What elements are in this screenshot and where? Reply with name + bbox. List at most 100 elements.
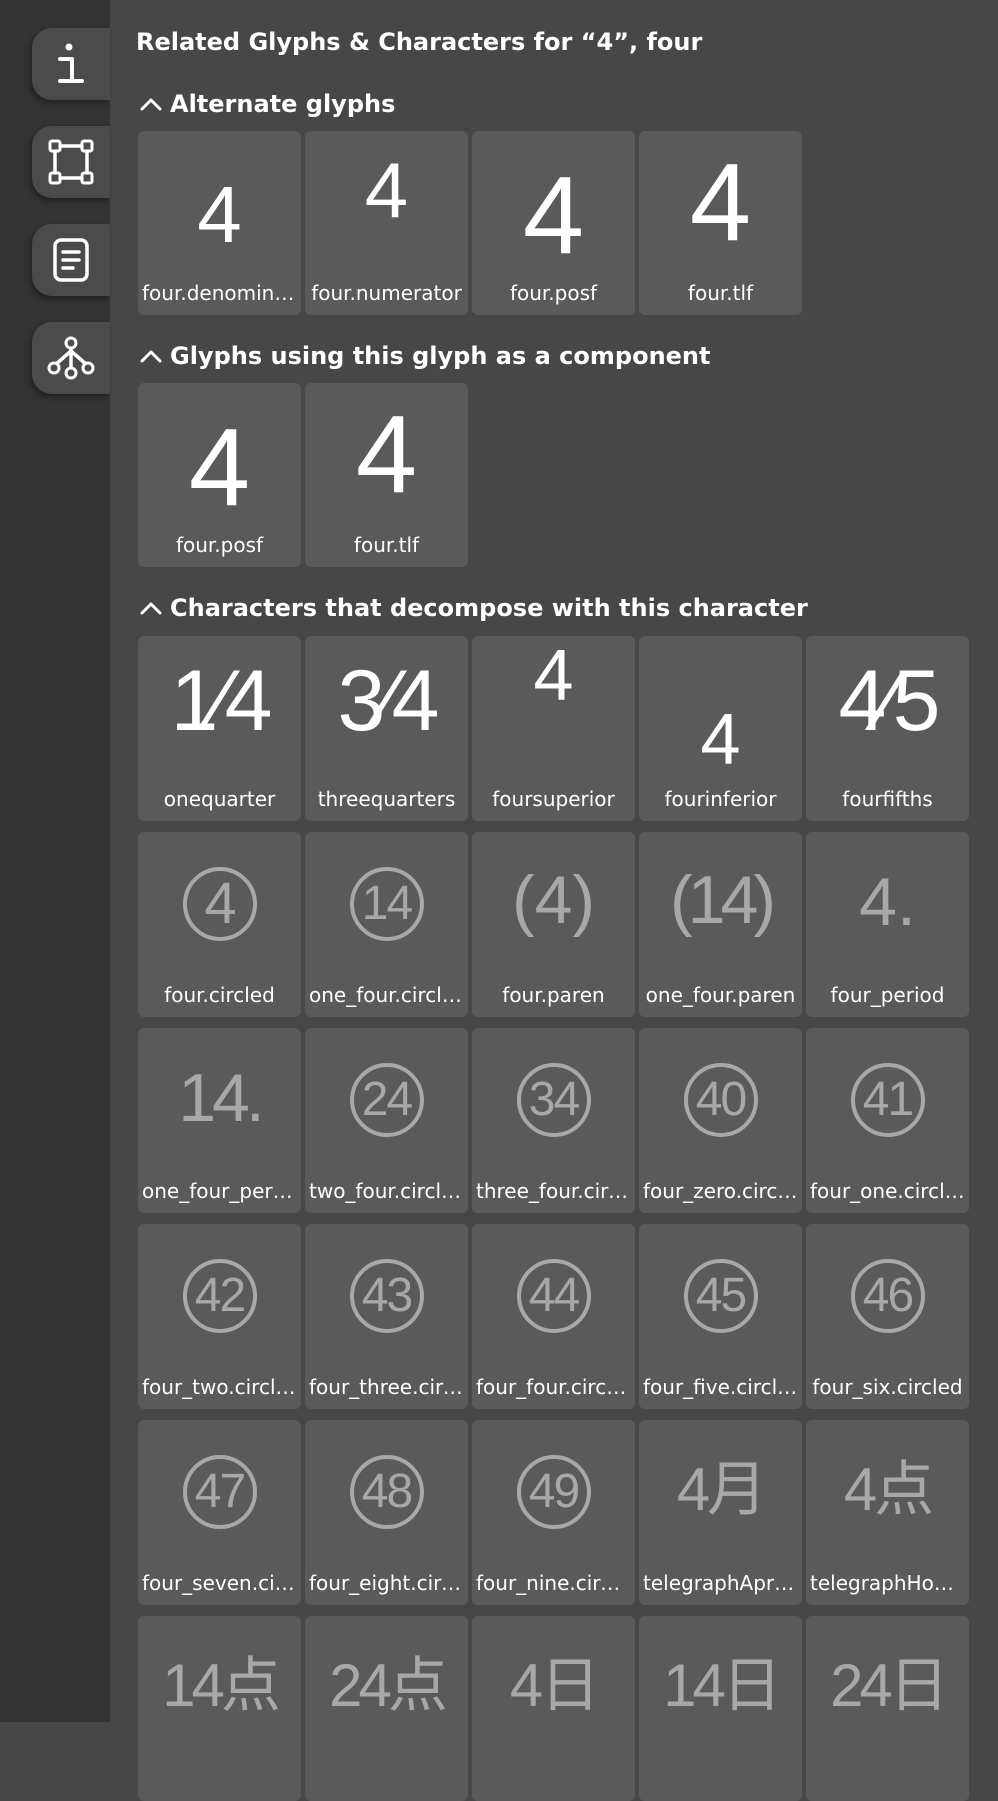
glyph-name: four_period [830, 983, 945, 1007]
glyph-preview: 4 [689, 141, 752, 264]
glyph-name: four_zero.circl... [643, 1179, 798, 1203]
component-tree-icon [47, 336, 95, 380]
document-tab[interactable] [32, 224, 110, 296]
glyph-card[interactable]: 43 four_three.circ... [305, 1224, 468, 1409]
glyph-card[interactable]: 24 two_four.circled [305, 1028, 468, 1213]
section-title: Characters that decompose with this char… [170, 594, 808, 622]
glyph-card[interactable]: 4 four.posf [138, 383, 301, 567]
glyph-card[interactable]: 49 four_nine.circl... [472, 1420, 635, 1605]
glyph-name: four.posf [509, 281, 598, 305]
glyph-name: four_nine.circl... [476, 1571, 631, 1595]
glyph-preview: 4 [138, 867, 301, 941]
glyph-card[interactable]: 4 four.tlf [305, 383, 468, 567]
section-title: Glyphs using this glyph as a component [170, 342, 711, 370]
glyph-card[interactable]: 4 four.posf [472, 131, 635, 315]
bounding-box-tab[interactable] [32, 126, 110, 198]
glyph-card[interactable]: 4 four.circled [138, 832, 301, 1017]
glyph-card[interactable]: 4 four.denomina... [138, 131, 301, 315]
glyph-card[interactable]: 4月 telegraphApril... [639, 1420, 802, 1605]
glyph-card[interactable]: 34 three_four.circ... [472, 1028, 635, 1213]
glyph-card[interactable]: 40 four_zero.circl... [639, 1028, 802, 1213]
glyph-card[interactable]: 4点 telegraphHour... [806, 1420, 969, 1605]
glyph-name: four_five.circled [643, 1375, 798, 1399]
panel-title: Related Glyphs & Characters for “4”, fou… [136, 28, 703, 56]
bounding-box-icon [48, 139, 94, 185]
glyph-preview: 48 [305, 1455, 468, 1529]
glyph-preview: 4 [522, 154, 585, 277]
glyph-card[interactable]: 4日 [472, 1616, 635, 1801]
info-tab[interactable] [32, 28, 110, 100]
glyph-name: four_one.circled [810, 1179, 965, 1203]
glyph-preview: 4 [188, 406, 251, 529]
glyph-card[interactable]: 45 four_five.circled [639, 1224, 802, 1409]
component-tree-tab[interactable] [32, 322, 110, 394]
glyph-card[interactable]: 4 foursuperior [472, 636, 635, 821]
glyph-card[interactable]: 14日 [639, 1616, 802, 1801]
glyph-card[interactable]: 41 four_one.circled [806, 1028, 969, 1213]
glyph-card[interactable]: 4 four.tlf [639, 131, 802, 315]
glyph-card[interactable]: 42 four_two.circled [138, 1224, 301, 1409]
glyph-name: four_two.circled [142, 1375, 297, 1399]
glyph-card[interactable]: 48 four_eight.circl... [305, 1420, 468, 1605]
glyph-preview: 45 [639, 1259, 802, 1333]
glyph-preview: 49 [472, 1455, 635, 1529]
glyph-card[interactable]: 4⁄5 fourfifths [806, 636, 969, 821]
glyph-card[interactable]: 4 four.numerator [305, 131, 468, 315]
glyph-preview: 44 [472, 1259, 635, 1333]
document-icon [53, 238, 89, 282]
glyph-name: two_four.circled [309, 1179, 464, 1203]
glyph-name: three_four.circ... [476, 1179, 631, 1203]
glyph-card[interactable]: 4. four_period [806, 832, 969, 1017]
glyph-preview: 14点 [162, 1652, 281, 1719]
alternate-glyphs-header[interactable]: Alternate glyphs [140, 90, 395, 118]
glyph-card[interactable]: 24日 [806, 1616, 969, 1801]
glyph-card[interactable]: 14点 [138, 1616, 301, 1801]
glyph-card[interactable]: (14) one_four.paren [639, 832, 802, 1017]
glyph-preview: 4. [859, 864, 916, 940]
glyph-preview: (4) [511, 862, 596, 938]
glyph-preview: 1⁄4 [170, 653, 272, 749]
glyph-name: foursuperior [492, 787, 615, 811]
glyph-card[interactable]: 14. one_four_period [138, 1028, 301, 1213]
glyph-card[interactable]: 1⁄4 onequarter [138, 636, 301, 821]
glyph-preview: 14. [178, 1060, 265, 1136]
glyph-preview: 41 [806, 1063, 969, 1137]
glyph-preview: (14) [670, 862, 776, 938]
glyph-preview: 4 [700, 700, 741, 780]
chevron-up-icon [140, 602, 162, 615]
glyph-card[interactable]: (4) four.paren [472, 832, 635, 1017]
decompose-characters-header[interactable]: Characters that decompose with this char… [140, 594, 808, 622]
glyph-preview: 24点 [329, 1652, 448, 1719]
glyph-preview: 4 [355, 393, 418, 516]
chevron-up-icon [140, 350, 162, 363]
glyph-name: four_seven.circ... [142, 1571, 297, 1595]
glyph-name: four_eight.circl... [309, 1571, 464, 1595]
glyph-preview: 14 [305, 867, 468, 941]
info-icon [58, 43, 84, 83]
glyph-card[interactable]: 47 four_seven.circ... [138, 1420, 301, 1605]
glyph-card[interactable]: 3⁄4 threequarters [305, 636, 468, 821]
glyph-preview: 46 [806, 1259, 969, 1333]
glyph-card[interactable]: 4 fourinferior [639, 636, 802, 821]
glyph-preview: 47 [138, 1455, 301, 1529]
glyph-name: telegraphHour... [810, 1571, 965, 1595]
glyph-name: one_four_period [142, 1179, 297, 1203]
glyph-card[interactable]: 14 one_four.circled [305, 832, 468, 1017]
glyph-card[interactable]: 44 four_four.circled [472, 1224, 635, 1409]
glyph-name: four_three.circ... [309, 1375, 464, 1399]
glyph-card[interactable]: 24点 [305, 1616, 468, 1801]
component-glyphs-header[interactable]: Glyphs using this glyph as a component [140, 342, 711, 370]
glyph-card[interactable]: 46 four_six.circled [806, 1224, 969, 1409]
glyph-name: onequarter [163, 787, 276, 811]
glyph-name: four.tlf [353, 533, 420, 557]
glyph-preview: 43 [305, 1259, 468, 1333]
glyph-preview: 42 [138, 1259, 301, 1333]
glyph-name: four_six.circled [812, 1375, 963, 1399]
glyph-name: four.posf [175, 533, 264, 557]
glyph-name: four.circled [164, 983, 275, 1007]
glyph-preview: 4 [364, 146, 409, 234]
glyph-preview: 40 [639, 1063, 802, 1137]
glyph-name: telegraphApril... [643, 1571, 798, 1595]
glyph-name: four.paren [502, 983, 605, 1007]
glyph-preview: 34 [472, 1063, 635, 1137]
